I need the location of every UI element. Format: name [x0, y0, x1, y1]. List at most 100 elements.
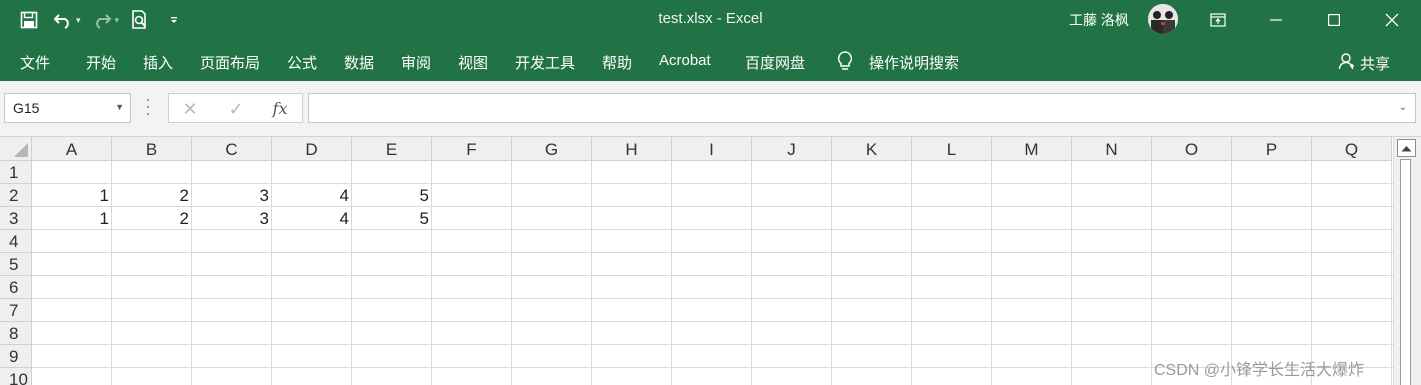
tab-review[interactable]: 审阅: [401, 52, 431, 73]
row-header-5[interactable]: 5: [0, 253, 32, 276]
tab-view[interactable]: 视图: [458, 52, 488, 73]
scrollbar-thumb[interactable]: [1400, 159, 1411, 385]
grid-line: [831, 161, 832, 385]
row-header-3[interactable]: 3: [0, 207, 32, 230]
tab-developer[interactable]: 开发工具: [515, 52, 575, 73]
tab-formulas[interactable]: 公式: [287, 52, 317, 73]
formula-bar: G15 ▼ ✕ ✓ fx ⌄: [0, 81, 1421, 137]
column-header-p[interactable]: P: [1232, 137, 1312, 161]
tab-insert[interactable]: 插入: [143, 52, 173, 73]
ribbon-display-options-icon[interactable]: [1189, 0, 1247, 40]
tab-file[interactable]: 文件: [20, 52, 50, 73]
row-header-4[interactable]: 4: [0, 230, 32, 253]
cell-d2[interactable]: 4: [272, 184, 352, 207]
tab-data[interactable]: 数据: [344, 52, 374, 73]
grid-line: [1071, 161, 1072, 385]
expand-formula-bar-icon[interactable]: ⌄: [1399, 102, 1407, 113]
grid-line: [32, 321, 1393, 322]
formula-input[interactable]: ⌄: [308, 93, 1416, 123]
row-header-10[interactable]: 10: [0, 368, 32, 385]
column-header-l[interactable]: L: [912, 137, 992, 161]
column-header-i[interactable]: I: [672, 137, 752, 161]
cell-b1[interactable]: [112, 161, 192, 184]
row-header-9[interactable]: 9: [0, 345, 32, 368]
cell-c3[interactable]: 3: [192, 207, 272, 230]
tab-page-layout[interactable]: 页面布局: [200, 52, 260, 73]
enter-check-icon[interactable]: ✓: [225, 98, 247, 120]
cell-d1[interactable]: [272, 161, 352, 184]
print-preview-icon[interactable]: [125, 5, 155, 35]
row-header-8[interactable]: 8: [0, 322, 32, 345]
cell-b3[interactable]: 2: [112, 207, 192, 230]
column-header-c[interactable]: C: [192, 137, 272, 161]
select-all-button[interactable]: [0, 137, 32, 161]
undo-icon[interactable]: [48, 5, 78, 35]
column-header-j[interactable]: J: [752, 137, 832, 161]
share-label: 共享: [1360, 55, 1391, 73]
share-button[interactable]: 共享: [1338, 52, 1390, 74]
grid-line: [32, 344, 1393, 345]
cell-a1[interactable]: [32, 161, 112, 184]
column-header-n[interactable]: N: [1072, 137, 1152, 161]
grid-line: [991, 161, 992, 385]
insert-function-icon[interactable]: fx: [269, 98, 291, 120]
column-header-d[interactable]: D: [272, 137, 352, 161]
name-box-value: G15: [13, 100, 40, 116]
tell-me-search[interactable]: 操作说明搜索: [869, 52, 959, 73]
column-header-q[interactable]: Q: [1312, 137, 1392, 161]
grid-line: [1391, 161, 1392, 385]
tab-home[interactable]: 开始: [86, 52, 116, 73]
redo-icon[interactable]: [87, 5, 117, 35]
cell-e1[interactable]: [352, 161, 432, 184]
lightbulb-icon[interactable]: [835, 50, 855, 72]
drag-handle-icon[interactable]: [146, 99, 150, 115]
column-header-h[interactable]: H: [592, 137, 672, 161]
column-header-f[interactable]: F: [432, 137, 512, 161]
cell-c1[interactable]: [192, 161, 272, 184]
cancel-icon[interactable]: ✕: [179, 98, 201, 120]
grid-line: [32, 252, 1393, 253]
column-header-e[interactable]: E: [352, 137, 432, 161]
cell-d3[interactable]: 4: [272, 207, 352, 230]
window-controls: [1189, 0, 1421, 40]
quick-access-toolbar: ▾ ▾: [14, 0, 189, 40]
row-header-1[interactable]: 1: [0, 161, 32, 184]
tab-baidu-netdisk[interactable]: 百度网盘: [745, 52, 805, 73]
column-header-a[interactable]: A: [32, 137, 112, 161]
undo-dropdown-icon[interactable]: ▾: [76, 15, 81, 26]
vertical-scrollbar[interactable]: [1393, 137, 1421, 385]
minimize-icon[interactable]: [1247, 0, 1305, 40]
cell-e3[interactable]: 5: [352, 207, 432, 230]
grid-line: [1311, 161, 1312, 385]
save-icon[interactable]: [14, 5, 44, 35]
user-name[interactable]: 工藤 洛枫: [1069, 10, 1129, 30]
tab-help[interactable]: 帮助: [602, 52, 632, 73]
spreadsheet-grid[interactable]: A B C D E F G H I J K L M N O P Q 1 2 3 4 5 6 7 8 9 10 1 2 3 4 5 1 2 3 4 5: [0, 137, 1393, 385]
column-header-k[interactable]: K: [832, 137, 912, 161]
row-header-2[interactable]: 2: [0, 184, 32, 207]
name-box[interactable]: G15 ▼: [4, 93, 131, 123]
cell-e2[interactable]: 5: [352, 184, 432, 207]
person-icon: [1338, 52, 1356, 74]
column-header-m[interactable]: M: [992, 137, 1072, 161]
customize-qat-icon[interactable]: [159, 5, 189, 35]
chevron-down-icon[interactable]: ▼: [115, 102, 124, 112]
scroll-up-icon[interactable]: [1397, 139, 1416, 157]
cell-a2[interactable]: 1: [32, 184, 112, 207]
redo-dropdown-icon[interactable]: ▾: [115, 15, 120, 26]
title-bar: ▾ ▾ test.xlsx - Excel 工藤 洛枫: [0, 0, 1421, 40]
column-header-b[interactable]: B: [112, 137, 192, 161]
maximize-icon[interactable]: [1305, 0, 1363, 40]
cell-a3[interactable]: 1: [32, 207, 112, 230]
avatar[interactable]: [1148, 4, 1178, 34]
row-header-6[interactable]: 6: [0, 276, 32, 299]
column-header-o[interactable]: O: [1152, 137, 1232, 161]
close-icon[interactable]: [1363, 0, 1421, 40]
column-header-g[interactable]: G: [512, 137, 592, 161]
cell-b2[interactable]: 2: [112, 184, 192, 207]
cell-c2[interactable]: 3: [192, 184, 272, 207]
row-header-7[interactable]: 7: [0, 299, 32, 322]
grid-line: [32, 298, 1393, 299]
tab-acrobat[interactable]: Acrobat: [659, 52, 711, 69]
watermark: CSDN @小锋学长生活大爆炸: [1154, 362, 1365, 379]
